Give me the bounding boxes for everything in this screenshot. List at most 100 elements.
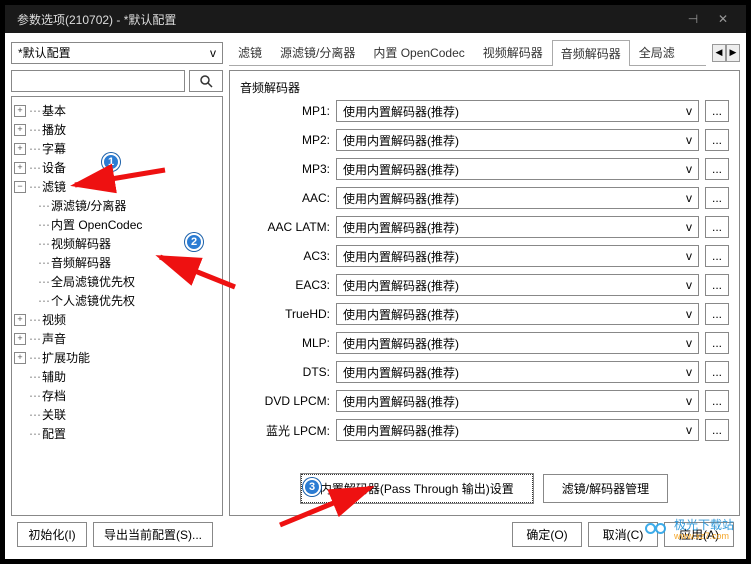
tree-item[interactable]: ⋯内置 OpenCodec [14,215,220,234]
config-select[interactable]: *默认配置 v [11,42,223,64]
decoder-select-value: 使用内置解码器(推荐) [343,190,459,207]
tree-item-label: 视频解码器 [51,235,111,252]
tab-bar: 滤镜源滤镜/分离器内置 OpenCodec视频解码器音频解码器全局滤 [229,39,706,66]
tree-item-label: 播放 [42,121,66,138]
chevron-down-icon: v [686,365,692,379]
decoder-more-button[interactable]: ... [705,100,729,122]
decoder-more-button[interactable]: ... [705,158,729,180]
search-icon [199,74,213,88]
tree-dots-icon: ⋯ [29,180,40,194]
decoder-label: AAC: [240,191,330,205]
decoder-select[interactable]: 使用内置解码器(推荐) v [336,187,699,209]
chevron-down-icon: v [686,394,692,408]
decoder-row: MP2:使用内置解码器(推荐)v... [240,129,729,151]
decoder-select-value: 使用内置解码器(推荐) [343,393,459,410]
tree-dots-icon: ⋯ [29,142,40,156]
titlebar: 参数选项(210702) - *默认配置 ⊣ ✕ [5,5,746,33]
chevron-down-icon: v [686,133,692,147]
decoder-select[interactable]: 使用内置解码器(推荐)v [336,216,699,238]
tree-dots-icon: ⋯ [29,389,40,403]
apply-button[interactable]: 应用(A) [664,522,734,547]
decoder-more-button[interactable]: ... [705,303,729,325]
tab-2[interactable]: 内置 OpenCodec [364,39,473,65]
plus-icon[interactable]: + [14,314,26,326]
tree-item[interactable]: +⋯字幕 [14,139,220,158]
search-button[interactable] [189,70,223,92]
tree-item[interactable]: +⋯扩展功能 [14,348,220,367]
decoder-label: MP1: [240,104,330,118]
tab-scroll-right[interactable]: ▶ [726,44,740,62]
decoder-more-button[interactable]: ... [705,187,729,209]
minus-icon[interactable]: − [14,181,26,193]
tree-dots-icon: ⋯ [38,199,49,213]
plus-icon[interactable]: + [14,352,26,364]
tree-item[interactable]: ⋯关联 [14,405,220,424]
decoder-more-button[interactable]: ... [705,216,729,238]
decoder-more-button[interactable]: ... [705,245,729,267]
plus-icon[interactable]: + [14,124,26,136]
decoder-select[interactable]: 使用内置解码器(推荐)v [336,332,699,354]
decoder-select[interactable]: 使用内置解码器(推荐) v [336,390,699,412]
decoder-label: TrueHD: [240,307,330,321]
tree-item-label: 视频 [42,311,66,328]
tab-3[interactable]: 视频解码器 [474,39,552,65]
window-title: 参数选项(210702) - *默认配置 [13,11,678,28]
tree-item[interactable]: +⋯基本 [14,101,220,120]
chevron-down-icon: v [686,423,692,437]
tree-item[interactable]: +⋯声音 [14,329,220,348]
decoder-more-button[interactable]: ... [705,332,729,354]
close-button[interactable]: ✕ [708,9,738,29]
tree-item[interactable]: ⋯存档 [14,386,220,405]
tree-dots-icon: ⋯ [29,313,40,327]
annotation-arrow-1 [65,165,185,205]
decoder-select-value: 使用内置解码器(推荐) [343,335,459,352]
tab-1[interactable]: 源滤镜/分离器 [271,39,364,65]
init-button[interactable]: 初始化(I) [17,522,87,547]
decoder-select[interactable]: 使用内置解码器(推荐)v [336,158,699,180]
plus-icon[interactable]: + [14,162,26,174]
decoder-more-button[interactable]: ... [705,129,729,151]
decoder-select[interactable]: 使用内置解码器(推荐)v [336,419,699,441]
plus-icon[interactable]: + [14,105,26,117]
cancel-button[interactable]: 取消(C) [588,522,658,547]
decoder-row: MP1: 使用内置解码器(推荐)v... [240,100,729,122]
decoder-select[interactable]: 使用内置解码器(推荐)v [336,245,699,267]
tab-scroll-left[interactable]: ◀ [712,44,726,62]
tree-item-label: 滤镜 [42,178,66,195]
search-input[interactable] [11,70,185,92]
decoder-select[interactable]: 使用内置解码器(推荐)v [336,100,699,122]
pin-button[interactable]: ⊣ [678,9,708,29]
decoder-label: MP3: [240,162,330,176]
tree-dots-icon: ⋯ [29,351,40,365]
tree-item[interactable]: ⋯配置 [14,424,220,443]
tree-item[interactable]: ⋯个人滤镜优先权 [14,291,220,310]
plus-icon[interactable]: + [14,333,26,345]
decoder-label: AC3: [240,249,330,263]
decoder-row: 蓝光 LPCM:使用内置解码器(推荐)v... [240,419,729,441]
decoder-more-button[interactable]: ... [705,361,729,383]
export-config-button[interactable]: 导出当前配置(S)... [93,522,213,547]
tree-item[interactable]: ⋯辅助 [14,367,220,386]
decoder-more-button[interactable]: ... [705,274,729,296]
decoder-select[interactable]: 使用内置解码器(推荐)v [336,129,699,151]
tab-0[interactable]: 滤镜 [229,39,271,65]
tree-item[interactable]: +⋯播放 [14,120,220,139]
chevron-down-icon: v [210,46,216,60]
filter-manage-button[interactable]: 滤镜/解码器管理 [543,474,668,503]
decoder-more-button[interactable]: ... [705,419,729,441]
tab-4[interactable]: 音频解码器 [552,40,630,66]
chevron-down-icon: v [686,191,692,205]
tab-5[interactable]: 全局滤 [630,39,684,65]
plus-icon[interactable]: + [14,143,26,155]
tree-item-label: 内置 OpenCodec [51,216,142,233]
decoder-select[interactable]: 使用内置解码器(推荐)v [336,361,699,383]
tree-dots-icon: ⋯ [38,218,49,232]
panel-title: 音频解码器 [230,71,739,100]
decoder-more-button[interactable]: ... [705,390,729,412]
tree-item[interactable]: +⋯视频 [14,310,220,329]
decoder-row: EAC3:使用内置解码器(推荐)v... [240,274,729,296]
tree-item-label: 字幕 [42,140,66,157]
decoder-select[interactable]: 使用内置解码器(推荐)v [336,274,699,296]
decoder-select[interactable]: 使用内置解码器(推荐)v [336,303,699,325]
ok-button[interactable]: 确定(O) [512,522,582,547]
